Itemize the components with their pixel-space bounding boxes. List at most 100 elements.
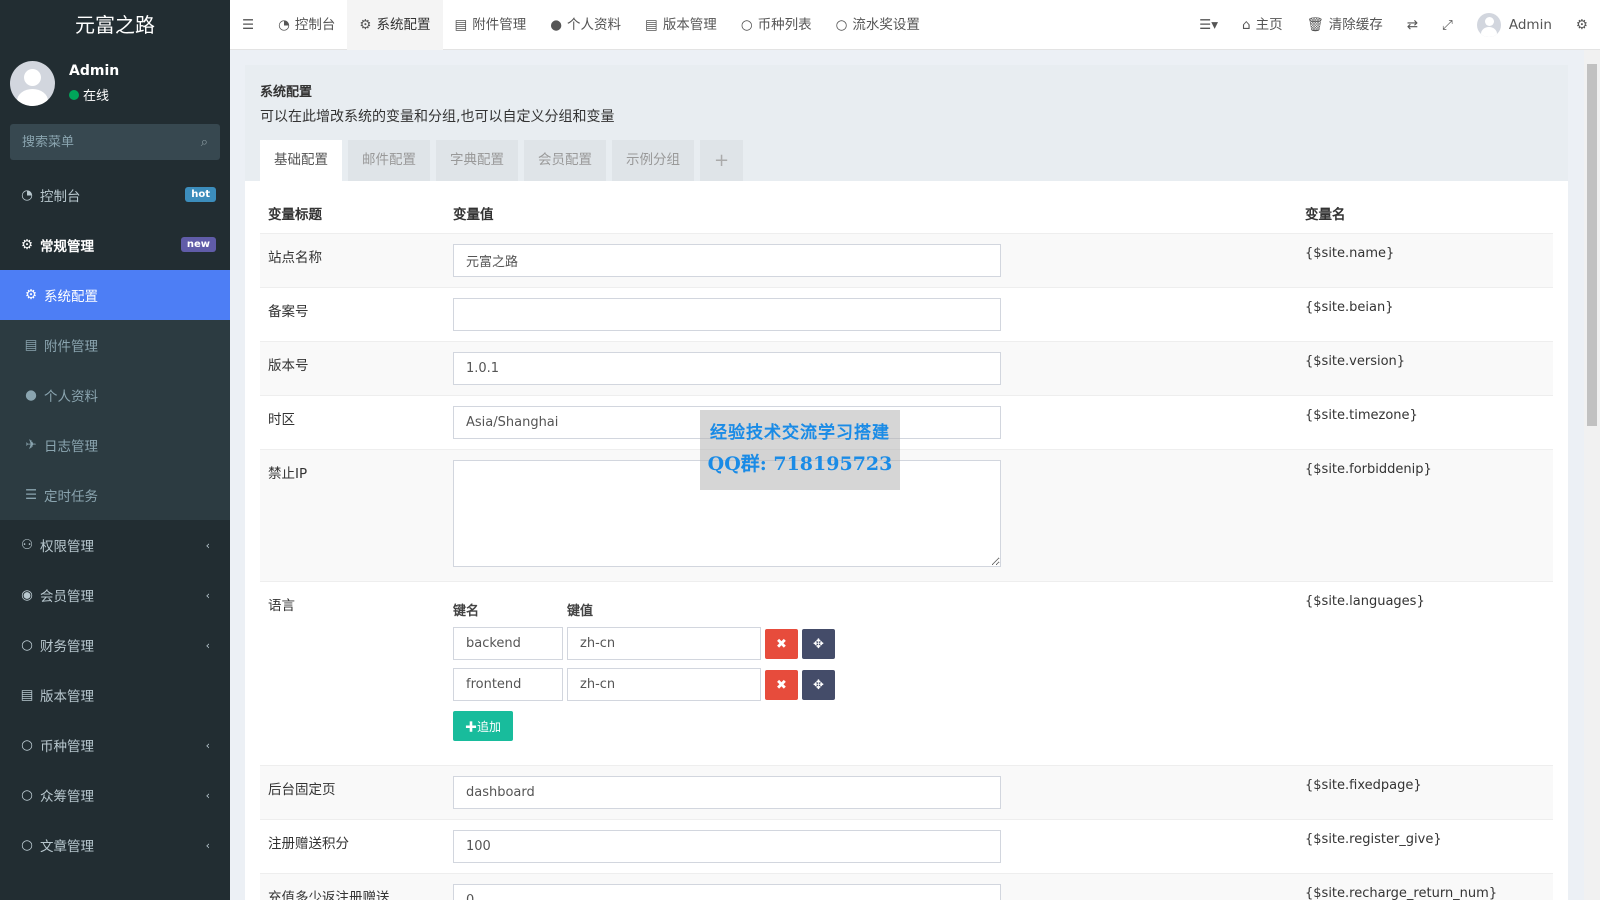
arrows-icon: ✥ bbox=[813, 676, 824, 692]
register-give-input[interactable] bbox=[453, 830, 1001, 863]
scrollbar-thumb[interactable] bbox=[1587, 64, 1597, 426]
tab-example[interactable]: 示例分组 bbox=[612, 140, 694, 181]
value-header: 键值 bbox=[567, 604, 594, 619]
chevron-left-icon: ‹ bbox=[205, 738, 210, 752]
list-item: ✖ ✥ bbox=[453, 668, 1289, 701]
list-item: ✖ ✥ bbox=[453, 627, 1289, 660]
settings-button[interactable]: ⚙ bbox=[1564, 0, 1600, 50]
tab-currency-list[interactable]: ○ 币种列表 bbox=[729, 0, 824, 50]
dashboard-icon: ◔ bbox=[21, 187, 33, 203]
sidebar-item-currency[interactable]: ○ 币种管理 ‹ bbox=[0, 720, 230, 770]
language-button[interactable]: ⇄ bbox=[1395, 0, 1430, 50]
sidebar-item-auth[interactable]: ⚇ 权限管理 ‹ bbox=[0, 520, 230, 570]
language-key-input[interactable] bbox=[453, 627, 563, 660]
table-row: 时区 {$site.timezone} bbox=[260, 395, 1553, 449]
admin-menu[interactable]: Admin bbox=[1465, 0, 1564, 50]
table-row: 注册赠送积分 {$site.register_give} bbox=[260, 819, 1553, 873]
avatar bbox=[10, 60, 55, 106]
tab-dictionary[interactable]: 字典配置 bbox=[436, 140, 518, 181]
tab-email[interactable]: 邮件配置 bbox=[348, 140, 430, 181]
remove-button[interactable]: ✖ bbox=[765, 669, 798, 700]
sidebar-item-system-config[interactable]: ⚙ 系统配置 bbox=[0, 270, 230, 320]
table-row: 版本号 {$site.version} bbox=[260, 341, 1553, 395]
sidebar-toggle[interactable]: ☰ bbox=[230, 0, 266, 50]
sidebar-item-crowdfunding[interactable]: ○ 众筹管理 ‹ bbox=[0, 770, 230, 820]
language-value-input[interactable] bbox=[567, 668, 761, 701]
scrollbar[interactable] bbox=[1584, 50, 1600, 900]
clear-cache-button[interactable]: 🗑 清除缓存 bbox=[1295, 0, 1395, 50]
file-icon: ▤ bbox=[20, 687, 34, 703]
file-icon: ▤ bbox=[645, 16, 658, 33]
tab-member[interactable]: 会员配置 bbox=[524, 140, 606, 181]
bars-icon: ☰ bbox=[242, 16, 255, 33]
sidebar-item-articles[interactable]: ○ 文章管理 ‹ bbox=[0, 820, 230, 870]
chevron-left-icon: ‹ bbox=[205, 588, 210, 602]
sidebar-item-version[interactable]: ▤ 版本管理 bbox=[0, 670, 230, 720]
key-header: 键名 bbox=[453, 604, 480, 619]
tab-attachments[interactable]: ▤ 附件管理 bbox=[443, 0, 539, 50]
user-icon: ● bbox=[550, 16, 563, 33]
avatar bbox=[1476, 12, 1501, 37]
user-circle-icon: ◉ bbox=[21, 587, 33, 603]
more-menu[interactable]: ☰▾ bbox=[1187, 0, 1230, 50]
site-name-input[interactable] bbox=[453, 244, 1001, 277]
drag-handle[interactable]: ✥ bbox=[802, 628, 835, 659]
fixed-page-input[interactable] bbox=[453, 776, 1001, 809]
table-row: 后台固定页 {$site.fixedpage} bbox=[260, 765, 1553, 819]
search-icon[interactable]: ⌕ bbox=[201, 135, 208, 150]
language-key-input[interactable] bbox=[453, 668, 563, 701]
tasks-icon: ☰ bbox=[24, 487, 38, 503]
sidebar-item-general[interactable]: ⚙ 常规管理 new bbox=[0, 220, 230, 270]
tab-flow-reward[interactable]: ○ 流水奖设置 bbox=[824, 0, 932, 50]
file-image-icon: ▤ bbox=[454, 16, 468, 33]
user-icon: ● bbox=[25, 387, 37, 403]
sidebar-item-dashboard[interactable]: ◔ 控制台 hot bbox=[0, 170, 230, 220]
app-logo[interactable]: 元富之路 bbox=[0, 0, 230, 50]
page-title: 系统配置 bbox=[260, 85, 313, 100]
home-link[interactable]: ⌂ 主页 bbox=[1230, 0, 1295, 50]
fullscreen-button[interactable]: ⤢ bbox=[1430, 0, 1465, 50]
dashboard-icon: ◔ bbox=[278, 16, 290, 33]
add-group-button[interactable]: + bbox=[700, 140, 744, 181]
sidebar-item-finance[interactable]: ○ 财务管理 ‹ bbox=[0, 620, 230, 670]
drag-handle[interactable]: ✥ bbox=[802, 669, 835, 700]
sidebar-item-attachments[interactable]: ▤ 附件管理 bbox=[0, 320, 230, 370]
sidebar-item-cron[interactable]: ☰ 定时任务 bbox=[0, 470, 230, 520]
sidebar-search: ⌕ bbox=[10, 124, 220, 160]
expand-icon: ⤢ bbox=[1442, 16, 1453, 33]
table-row: 备案号 {$site.beian} bbox=[260, 287, 1553, 341]
tab-profile[interactable]: ● 个人资料 bbox=[538, 0, 633, 50]
table-row: 禁止IP {$site.forbiddenip} bbox=[260, 449, 1553, 581]
online-dot-icon bbox=[69, 89, 79, 100]
table-header: 变量标题 变量值 变量名 bbox=[268, 207, 1346, 223]
main-panel: 系统配置 可以在此增改系统的变量和分组,也可以自定义分组和变量 基础配置 邮件配… bbox=[245, 65, 1568, 900]
list-icon: ☰▾ bbox=[1199, 16, 1219, 33]
tab-basic[interactable]: 基础配置 bbox=[260, 140, 342, 181]
page-description: 可以在此增改系统的变量和分组,也可以自定义分组和变量 bbox=[260, 109, 615, 125]
append-button[interactable]: ✚追加 bbox=[453, 711, 514, 741]
times-icon: ✖ bbox=[776, 635, 787, 651]
sidebar-item-logs[interactable]: ✈ 日志管理 bbox=[0, 420, 230, 470]
new-badge: new bbox=[180, 237, 216, 252]
beian-input[interactable] bbox=[453, 298, 1001, 331]
times-icon: ✖ bbox=[776, 676, 787, 692]
sidebar-item-members[interactable]: ◉ 会员管理 ‹ bbox=[0, 570, 230, 620]
tab-system-config[interactable]: ⚙ 系统配置 bbox=[347, 0, 443, 50]
user-panel: Admin 在线 bbox=[0, 50, 230, 116]
circle-icon: ○ bbox=[21, 787, 33, 803]
language-value-input[interactable] bbox=[567, 627, 761, 660]
version-input[interactable] bbox=[453, 352, 1001, 385]
remove-button[interactable]: ✖ bbox=[765, 628, 798, 659]
tab-dashboard[interactable]: ◔ 控制台 bbox=[266, 0, 347, 50]
recharge-return-input[interactable] bbox=[453, 884, 1001, 900]
user-name: Admin bbox=[69, 62, 120, 79]
tab-version[interactable]: ▤ 版本管理 bbox=[633, 0, 729, 50]
table-row: 站点名称 {$site.name} bbox=[260, 233, 1553, 287]
sidebar: 元富之路 Admin 在线 ⌕ ◔控制台hot ⚙常规管理new ⚙系统配置 ▤… bbox=[0, 0, 230, 900]
group-icon: ⚇ bbox=[20, 537, 34, 553]
hot-badge: hot bbox=[185, 187, 216, 202]
sidebar-item-profile[interactable]: ● 个人资料 bbox=[0, 370, 230, 420]
search-input[interactable] bbox=[22, 134, 201, 150]
top-navbar: ☰ ◔ 控制台 ⚙ 系统配置 ▤ 附件管理 ● 个人资料 ▤ 版本管理 ○ 币种列表 ○ 流水… bbox=[230, 0, 1600, 50]
watermark: 经验技术交流学习搭建 QQ群: 718195723 bbox=[700, 410, 900, 490]
